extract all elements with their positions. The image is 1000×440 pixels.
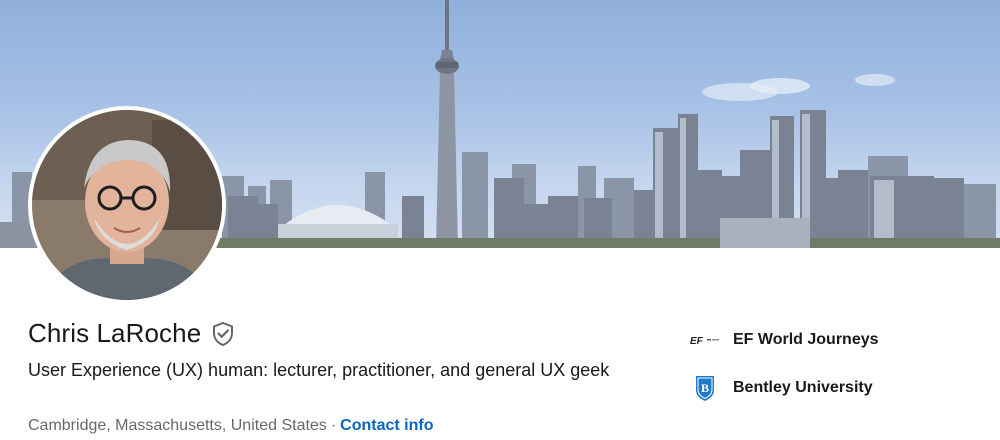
profile-location: Cambridge, Massachusetts, United States [28,417,327,434]
org-name: Bentley University [733,379,873,396]
ef-logo-icon: EF [690,326,720,354]
org-name: EF World Journeys [733,331,879,348]
profile-name: Chris LaRoche [28,318,202,348]
contact-info-link[interactable]: Contact info [340,417,433,434]
separator-dot: · [330,417,337,434]
profile-photo-image [32,110,222,300]
profile-headline: User Experience (UX) human: lecturer, pr… [28,360,610,380]
org-bentley-university[interactable]: B Bentley University [690,374,873,402]
svg-text:EF: EF [690,336,704,346]
bentley-shield-icon: B [690,374,720,402]
verified-badge-icon[interactable] [211,321,235,347]
svg-text:B: B [701,381,709,395]
profile-intro-card: Chris LaRoche User Experience (UX) human… [0,0,1000,440]
location-row: Cambridge, Massachusetts, United States ·… [28,417,433,435]
profile-photo[interactable] [28,106,226,304]
org-ef-world-journeys[interactable]: EF EF World Journeys [690,326,879,354]
name-row: Chris LaRoche [28,318,235,349]
